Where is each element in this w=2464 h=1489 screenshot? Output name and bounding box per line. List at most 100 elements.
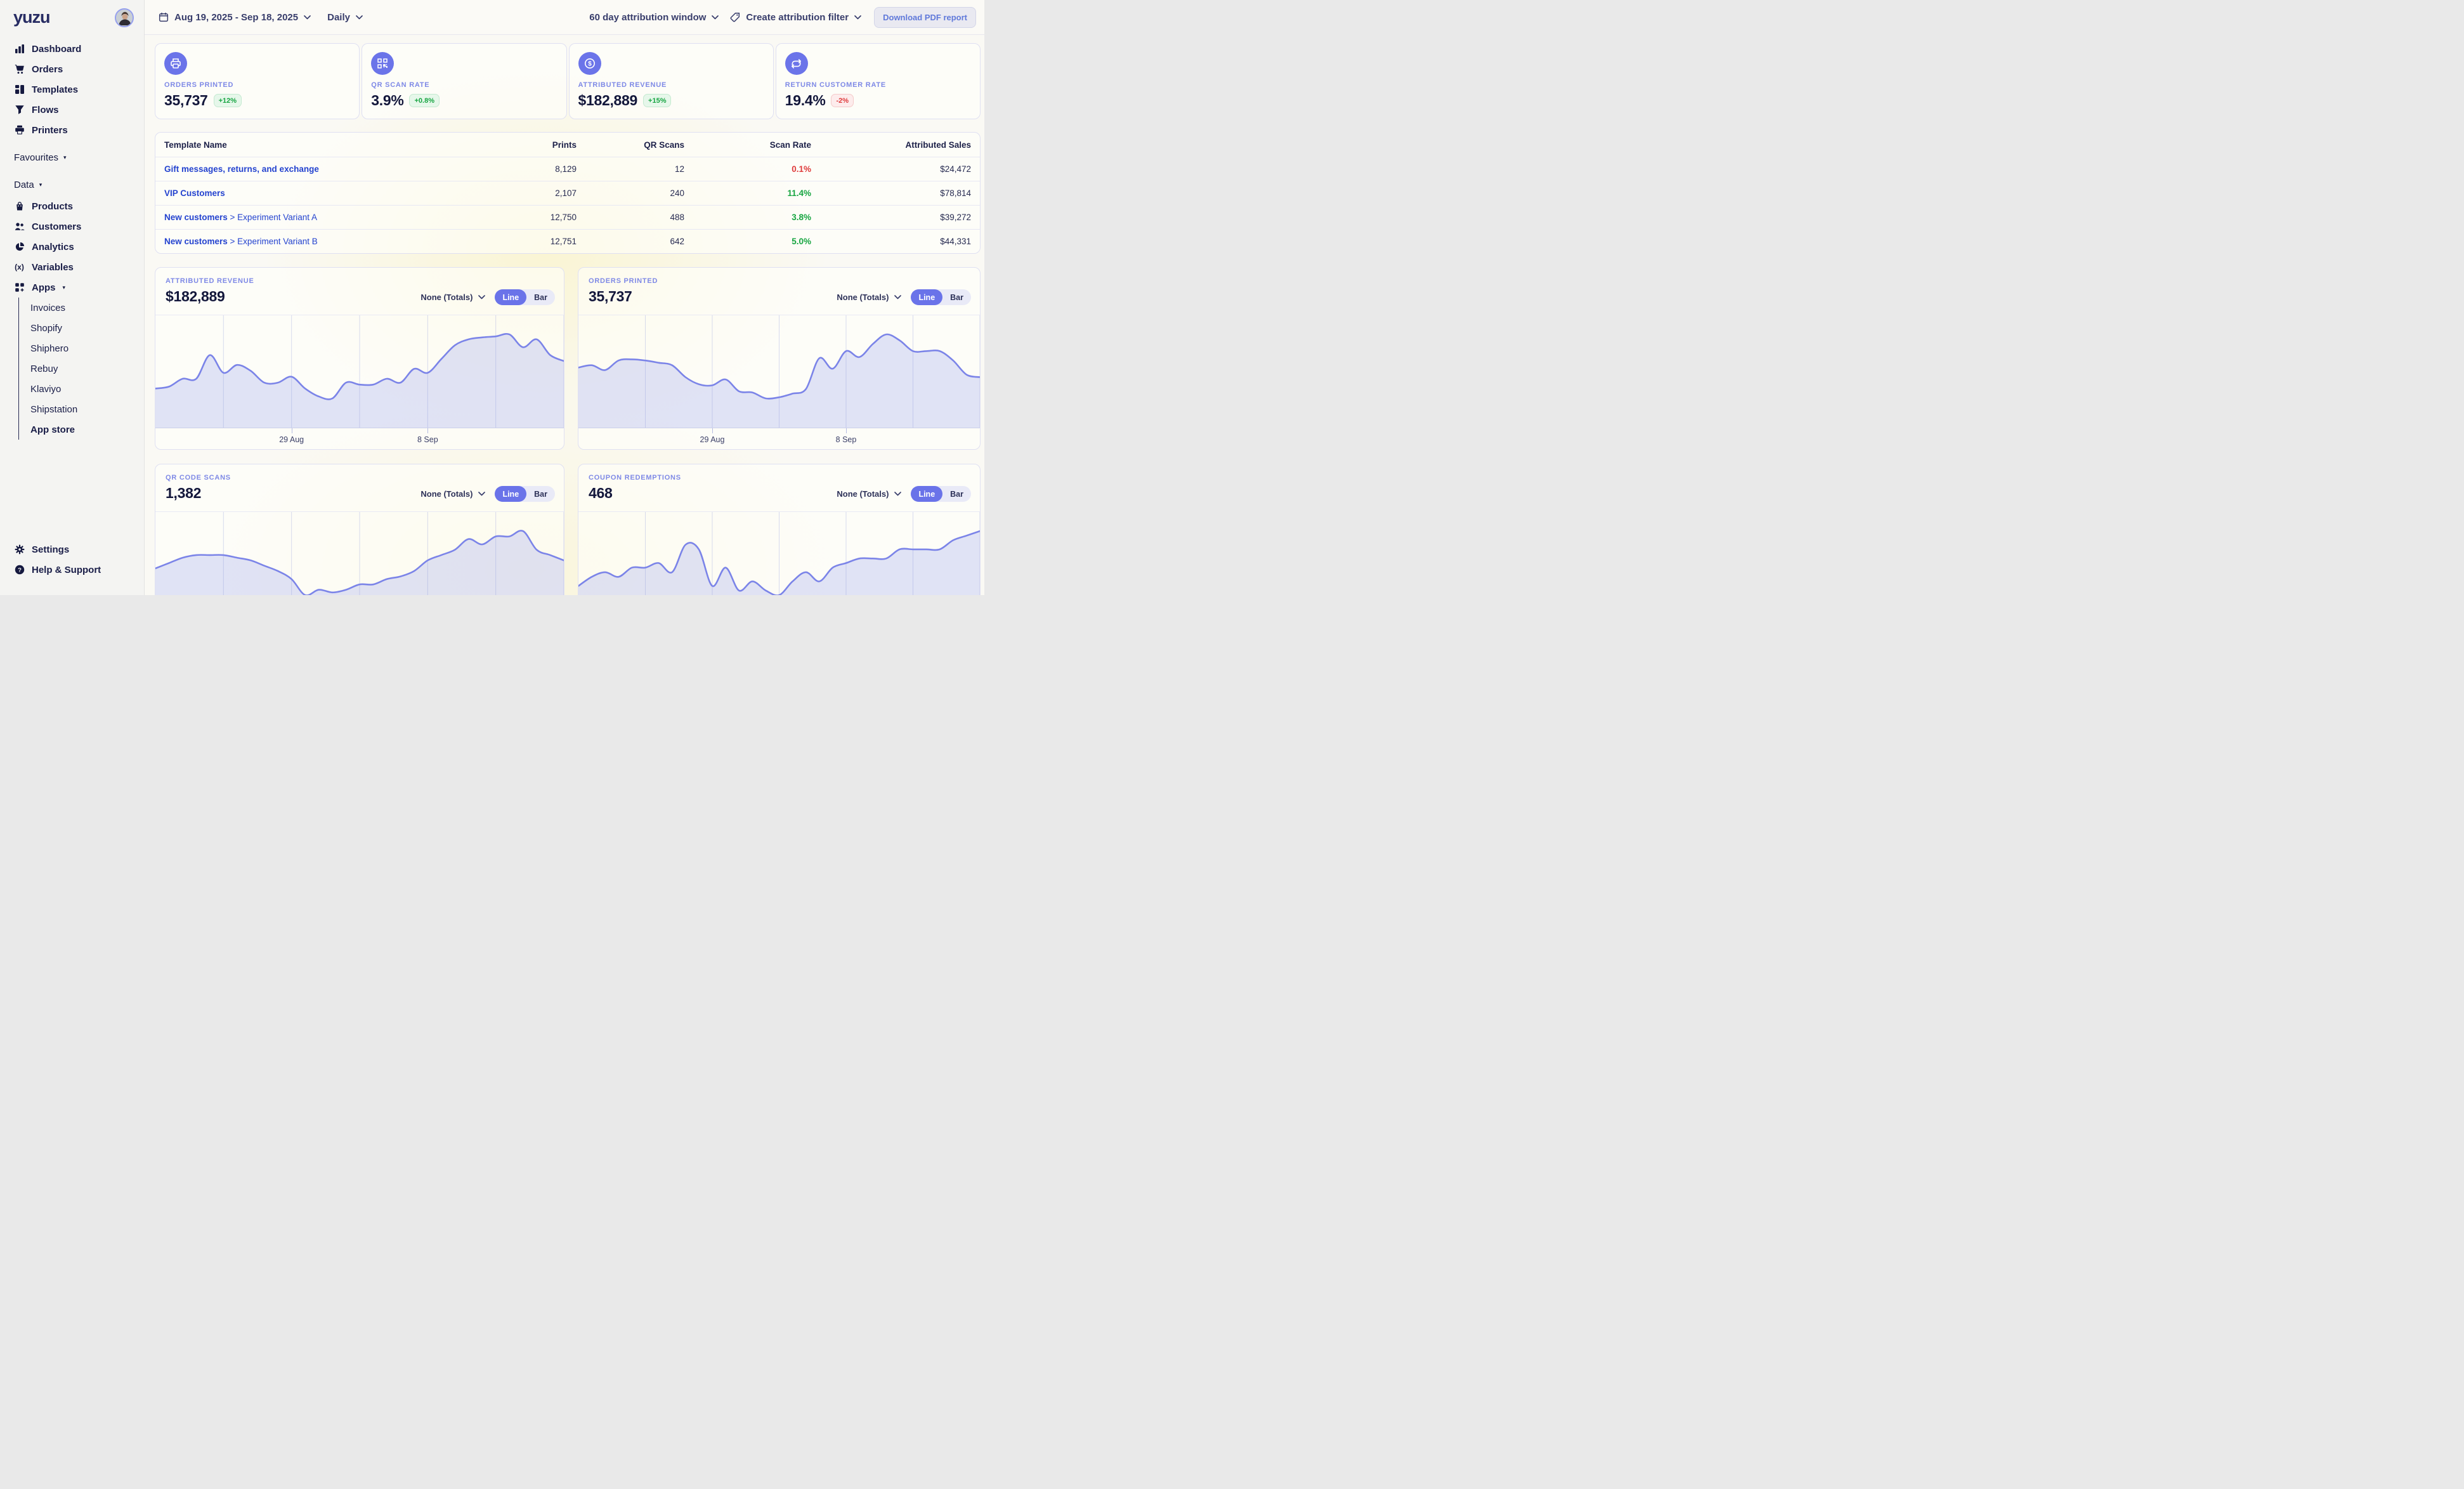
- qr-code-icon: [371, 52, 394, 75]
- sidebar-item-help[interactable]: ? Help & Support: [0, 560, 144, 580]
- template-name-bold: New customers: [164, 237, 228, 246]
- bar-toggle-button[interactable]: Bar: [942, 486, 971, 502]
- create-attribution-filter[interactable]: Create attribution filter: [730, 12, 861, 23]
- sidebar-item-invoices[interactable]: Invoices: [30, 298, 144, 318]
- sidebar-item-app-store[interactable]: App store: [30, 419, 144, 440]
- attributed-sales-cell: $44,331: [811, 237, 971, 246]
- sidebar-item-label: Templates: [32, 84, 78, 95]
- series-dropdown[interactable]: None (Totals): [420, 489, 485, 499]
- download-pdf-button[interactable]: Download PDF report: [874, 7, 976, 28]
- axis-label: 29 Aug: [279, 435, 304, 444]
- line-toggle-button[interactable]: Line: [495, 289, 526, 305]
- sidebar-item-label: Invoices: [30, 303, 65, 313]
- sidebar-item-templates[interactable]: Templates: [0, 79, 144, 100]
- sidebar-item-settings[interactable]: Settings: [0, 539, 144, 560]
- attribution-window-dropdown[interactable]: 60 day attribution window: [589, 12, 719, 23]
- series-dropdown-label: None (Totals): [837, 489, 889, 499]
- sidebar-item-shiphero[interactable]: Shiphero: [30, 338, 144, 358]
- sidebar-item-customers[interactable]: Customers: [0, 216, 144, 237]
- bar-toggle-button[interactable]: Bar: [526, 289, 555, 305]
- sidebar-item-shipstation[interactable]: Shipstation: [30, 399, 144, 419]
- user-avatar[interactable]: [115, 8, 134, 27]
- sidebar-item-shopify[interactable]: Shopify: [30, 318, 144, 338]
- help-circle-icon: ?: [14, 565, 25, 575]
- sidebar-item-printers[interactable]: Printers: [0, 120, 144, 140]
- attribution-window-label: 60 day attribution window: [589, 12, 706, 23]
- favourites-section-toggle[interactable]: Favourites ▾: [0, 147, 144, 167]
- sidebar-item-analytics[interactable]: Analytics: [0, 237, 144, 257]
- dollar-circle-icon: $: [578, 52, 601, 75]
- series-dropdown[interactable]: None (Totals): [837, 292, 901, 302]
- data-nav: Products Customers Analytics (x) Variabl…: [0, 196, 144, 440]
- caret-down-icon: ▾: [63, 284, 66, 291]
- series-dropdown[interactable]: None (Totals): [420, 292, 485, 302]
- scan-rate-cell: 11.4%: [684, 188, 811, 198]
- chart-label: ORDERS PRINTED: [589, 277, 971, 285]
- granularity-dropdown[interactable]: Daily: [327, 12, 363, 23]
- charts-row-top: ATTRIBUTED REVENUE $182,889 None (Totals…: [155, 267, 981, 450]
- col-header-scan-rate: Scan Rate: [684, 140, 811, 150]
- bar-toggle-button[interactable]: Bar: [526, 486, 555, 502]
- data-label: Data: [14, 180, 34, 190]
- axis-label: 8 Sep: [417, 435, 438, 444]
- template-name-link[interactable]: VIP Customers: [164, 188, 475, 198]
- template-name-link[interactable]: Gift messages, returns, and exchange: [164, 164, 475, 174]
- variables-icon: (x): [14, 262, 25, 273]
- sidebar-item-label: Printers: [32, 125, 68, 136]
- chart-card-qr-code-scans: QR CODE SCANS 1,382 None (Totals) Line B…: [155, 464, 564, 595]
- sidebar-item-label: Help & Support: [32, 565, 101, 575]
- sidebar-item-apps[interactable]: Apps ▾: [0, 277, 144, 298]
- chart-type-toggle: Line Bar: [495, 289, 555, 305]
- line-toggle-button[interactable]: Line: [911, 289, 942, 305]
- kpi-card-attributed-revenue: $ ATTRIBUTED REVENUE $182,889 +15%: [569, 43, 774, 119]
- chart-card-coupon-redemptions: COUPON REDEMPTIONS 468 None (Totals) Lin…: [578, 464, 981, 595]
- col-header-template-name: Template Name: [164, 140, 475, 150]
- scan-rate-cell: 0.1%: [684, 164, 811, 174]
- sidebar-item-label: Shipstation: [30, 404, 77, 415]
- create-filter-label: Create attribution filter: [746, 12, 849, 23]
- date-range-picker[interactable]: Aug 19, 2025 - Sep 18, 2025: [159, 12, 311, 23]
- granularity-label: Daily: [327, 12, 350, 23]
- chart-x-axis: 29 Aug 8 Sep: [578, 428, 980, 450]
- templates-table: Template Name Prints QR Scans Scan Rate …: [155, 132, 981, 254]
- template-name-link[interactable]: New customers > Experiment Variant B: [164, 237, 475, 246]
- series-dropdown-label: None (Totals): [837, 292, 889, 302]
- attributed-sales-cell: $39,272: [811, 213, 971, 222]
- bar-toggle-button[interactable]: Bar: [942, 289, 971, 305]
- chevron-down-icon: [478, 295, 485, 299]
- sidebar-item-orders[interactable]: Orders: [0, 59, 144, 79]
- sidebar-item-label: Shiphero: [30, 343, 68, 354]
- topbar: Aug 19, 2025 - Sep 18, 2025 Daily 60 day…: [145, 0, 984, 35]
- sidebar-item-label: Apps: [32, 282, 56, 293]
- chart-type-toggle: Line Bar: [911, 289, 971, 305]
- chart-card-attributed-revenue: ATTRIBUTED REVENUE $182,889 None (Totals…: [155, 267, 564, 450]
- axis-label: 29 Aug: [700, 435, 725, 444]
- axis-label: 8 Sep: [836, 435, 857, 444]
- sidebar-item-variables[interactable]: (x) Variables: [0, 257, 144, 277]
- line-toggle-button[interactable]: Line: [495, 486, 526, 502]
- sidebar-item-klaviyo[interactable]: Klaviyo: [30, 379, 144, 399]
- prints-cell: 8,129: [475, 164, 577, 174]
- kpi-delta-badge: +12%: [214, 94, 242, 107]
- printer-icon: [164, 52, 187, 75]
- sidebar-item-label: Dashboard: [32, 44, 81, 55]
- line-toggle-button[interactable]: Line: [911, 486, 942, 502]
- bar-chart-icon: [14, 44, 25, 55]
- data-section-toggle[interactable]: Data ▾: [0, 174, 144, 195]
- kpi-row: ORDERS PRINTED 35,737 +12% QR SCAN RATE …: [155, 43, 981, 119]
- kpi-value: 19.4%: [785, 92, 826, 109]
- series-dropdown[interactable]: None (Totals): [837, 489, 901, 499]
- col-header-attributed-sales: Attributed Sales: [811, 140, 971, 150]
- users-icon: [14, 221, 25, 232]
- line-chart-plot: [155, 315, 564, 428]
- sidebar-item-flows[interactable]: Flows: [0, 100, 144, 120]
- template-name-link[interactable]: New customers > Experiment Variant A: [164, 213, 475, 222]
- sidebar-item-rebuy[interactable]: Rebuy: [30, 358, 144, 379]
- sidebar-item-products[interactable]: Products: [0, 196, 144, 216]
- template-name-rest: > Experiment Variant B: [228, 237, 318, 246]
- table-row: New customers > Experiment Variant A 12,…: [155, 205, 980, 229]
- sidebar-item-dashboard[interactable]: Dashboard: [0, 39, 144, 59]
- kpi-label: ORDERS PRINTED: [164, 81, 350, 89]
- kpi-value: 35,737: [164, 92, 208, 109]
- kpi-value: 3.9%: [371, 92, 403, 109]
